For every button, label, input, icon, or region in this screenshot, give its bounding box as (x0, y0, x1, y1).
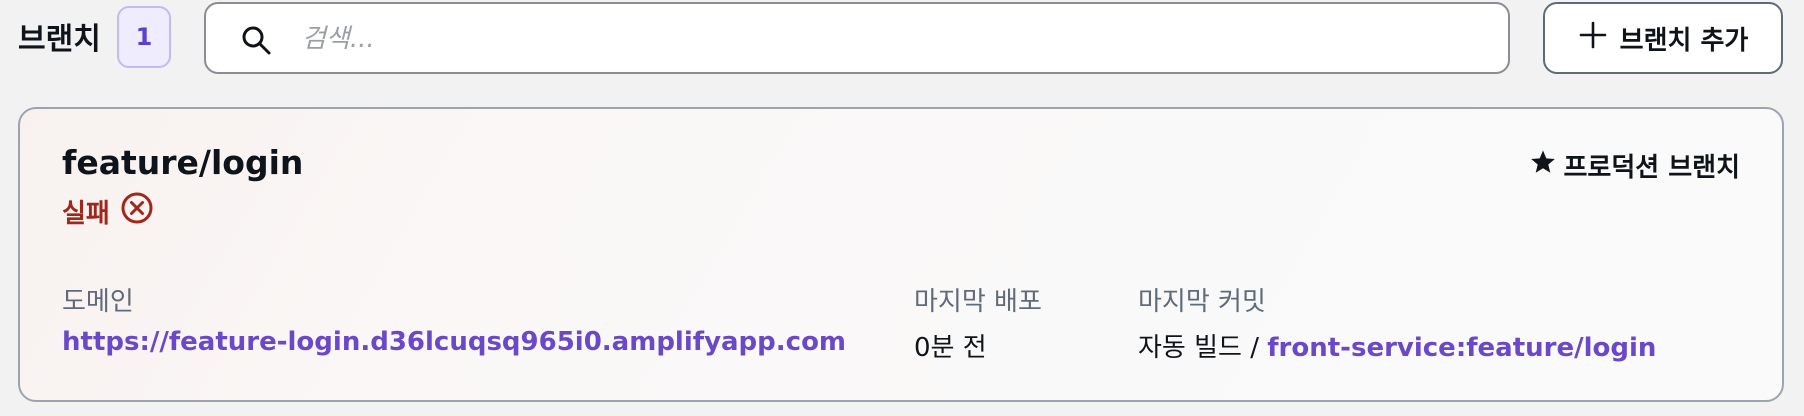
error-circle-icon (120, 191, 154, 232)
last-deploy-label: 마지막 배포 (914, 287, 1042, 317)
last-deploy-value: 0분 전 (914, 333, 987, 363)
status-indicator: 실패 (62, 191, 154, 232)
page-title: 브랜치 (18, 22, 101, 57)
domain-link[interactable]: https://feature-login.d36lcuqsq965i0.amp… (62, 327, 846, 357)
branches-header: 브랜치 1 브랜치 추가 (0, 0, 1804, 90)
search-icon (240, 24, 272, 56)
branch-card: feature/login 실패 프로덕션 브랜치 도메인 https://fe… (18, 107, 1784, 402)
last-commit-prefix: 자동 빌드 / (1138, 333, 1259, 363)
domain-label: 도메인 (62, 287, 134, 317)
last-commit-link[interactable]: front-service:feature/login (1267, 333, 1656, 363)
add-branch-button[interactable]: 브랜치 추가 (1543, 2, 1783, 74)
branch-count-badge: 1 (117, 6, 171, 68)
star-icon (1530, 149, 1556, 182)
search-box[interactable] (204, 2, 1510, 74)
production-branch-indicator: 프로덕션 브랜치 (1530, 147, 1741, 184)
production-branch-label: 프로덕션 브랜치 (1563, 153, 1741, 183)
branch-name: feature/login (62, 143, 304, 182)
last-commit-value: 자동 빌드 / front-service:feature/login (1138, 327, 1656, 364)
plus-icon (1578, 20, 1608, 57)
search-input[interactable] (302, 18, 1482, 60)
add-branch-label: 브랜치 추가 (1619, 25, 1749, 56)
status-label: 실패 (62, 199, 110, 229)
last-commit-label: 마지막 커밋 (1138, 287, 1266, 317)
